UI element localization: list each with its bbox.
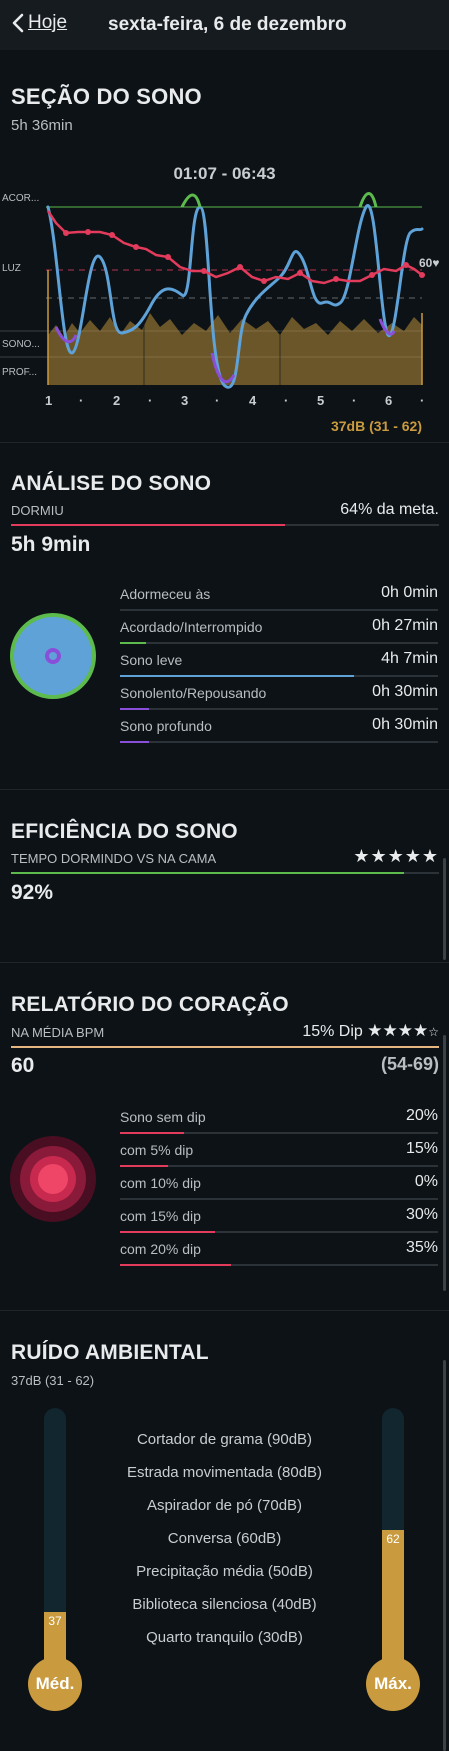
stage-bar <box>120 741 149 743</box>
x-tick: 6 <box>385 393 393 408</box>
slept-value: 5h 9min <box>11 533 91 556</box>
dip-bar <box>120 1231 215 1233</box>
back-label[interactable]: Hoje <box>28 12 67 34</box>
noise-subtitle: 37dB (31 - 62) <box>11 1373 95 1388</box>
x-tick: · <box>420 393 425 408</box>
x-tick: · <box>352 393 357 408</box>
dip-label: Sono sem dip <box>120 1109 206 1125</box>
dip-label: com 15% dip <box>120 1208 201 1224</box>
x-tick: · <box>148 393 153 408</box>
dip-bar <box>120 1132 184 1134</box>
stage-value: 0h 30min <box>372 683 438 700</box>
stage-value: 0h 27min <box>372 617 438 634</box>
goal-bar <box>11 524 285 526</box>
x-tick: 1 <box>45 393 53 408</box>
page-title: sexta-feira, 6 de dezembro <box>108 14 347 35</box>
noise-reference: Quarto tranquilo (30dB) <box>146 1629 303 1646</box>
heart-value: 60 <box>11 1054 35 1077</box>
dip-row: com 5% dip 15% <box>120 1140 438 1173</box>
efficiency-title: EFICIÊNCIA DO SONO <box>11 820 238 843</box>
noise-title: RUÍDO AMBIENTAL <box>11 1341 209 1364</box>
efficiency-value: 92% <box>11 881 54 904</box>
stage-value: 0h 0min <box>381 584 438 601</box>
slept-label: DORMIU <box>11 503 64 518</box>
noise-reference: Conversa (60dB) <box>167 1530 282 1547</box>
back-button[interactable]: Hoje <box>12 12 67 34</box>
heart-title: RELATÓRIO DO CORAÇÃO <box>11 993 289 1016</box>
session-duration: 5h 36min <box>11 117 73 134</box>
dip-label: com 20% dip <box>120 1241 201 1257</box>
dip-value: 35% <box>405 1239 438 1256</box>
dip-row: com 10% dip 0% <box>120 1173 438 1206</box>
scrollbar[interactable] <box>443 1035 446 1291</box>
stage-value: 0h 30min <box>372 716 438 733</box>
stage-label: Sonolento/Repousando <box>120 685 267 701</box>
stage-bar <box>120 642 146 644</box>
sleep-stage-ring <box>10 613 96 699</box>
sleep-graph <box>0 192 425 389</box>
noise-reference: Biblioteca silenciosa (40dB) <box>132 1596 317 1613</box>
stage-bar <box>120 708 149 710</box>
heart-bar <box>11 1046 439 1048</box>
dip-row: com 15% dip 30% <box>120 1206 438 1239</box>
dip-row: com 20% dip 35% <box>120 1239 438 1272</box>
stage-label: Sono leve <box>120 652 183 668</box>
scrollbar[interactable] <box>443 1360 446 1751</box>
session-title: SEÇÃO DO SONO <box>11 84 202 109</box>
efficiency-stars: ★★★★★ <box>353 846 439 866</box>
x-tick: · <box>215 393 220 408</box>
heart-range: (54-69) <box>380 1054 439 1074</box>
efficiency-bar <box>11 872 404 874</box>
x-tick: 4 <box>249 393 257 408</box>
dip-stars: ★★★★ <box>367 1021 429 1040</box>
avg-gauge-bulb: Méd. <box>28 1657 82 1711</box>
top-bar: Hoje sexta-feira, 6 de dezembro <box>0 0 449 50</box>
analysis-title: ANÁLISE DO SONO <box>11 472 212 495</box>
dip-bar <box>120 1165 168 1167</box>
noise-reference: Estrada movimentada (80dB) <box>126 1464 323 1481</box>
session-time-range: 01:07 - 06:43 <box>173 164 276 183</box>
noise-reference: Precipitação média (50dB) <box>136 1563 313 1580</box>
dip-value: 30% <box>405 1206 438 1223</box>
heart-dip-summary: 15% Dip ★★★★☆ <box>302 1021 439 1041</box>
heart-rate-line <box>46 210 423 285</box>
dip-value: 15% <box>405 1140 438 1157</box>
dip-label: com 5% dip <box>120 1142 194 1158</box>
stage-label: Acordado/Interrompido <box>120 619 263 635</box>
dip-label: 15% Dip <box>302 1023 363 1040</box>
stage-row: Adormeceu às 0h 0min <box>120 584 438 617</box>
dip-row: Sono sem dip 20% <box>120 1107 438 1140</box>
x-tick: · <box>79 393 84 408</box>
noise-reference: Aspirador de pó (70dB) <box>146 1497 303 1514</box>
x-tick: 3 <box>181 393 189 408</box>
max-gauge-bulb: Máx. <box>366 1657 420 1711</box>
efficiency-label: TEMPO DORMINDO VS NA CAMA <box>11 851 217 866</box>
dip-value: 20% <box>405 1107 438 1124</box>
stage-row: Sonolento/Repousando 0h 30min <box>120 683 438 716</box>
heart-label: NA MÉDIA BPM <box>11 1025 105 1040</box>
stage-row: Sono leve 4h 7min <box>120 650 438 683</box>
scrollbar[interactable] <box>443 858 446 960</box>
stage-value: 4h 7min <box>381 650 438 667</box>
dip-star-half: ☆ <box>428 1025 439 1039</box>
stage-row: Acordado/Interrompido 0h 27min <box>120 617 438 650</box>
x-tick: 2 <box>113 393 121 408</box>
avg-gauge-value: 37 <box>48 1614 62 1628</box>
x-tick: 5 <box>317 393 325 408</box>
stage-label: Sono profundo <box>120 718 212 734</box>
stage-row: Sono profundo 0h 30min <box>120 716 438 749</box>
stage-bar <box>120 675 354 677</box>
x-tick: · <box>284 393 289 408</box>
goal-percent: 64% da meta. <box>340 501 439 518</box>
noise-range-label: 37dB (31 - 62) <box>330 418 422 434</box>
heart-dip-ring <box>10 1136 96 1222</box>
dip-bar <box>120 1264 231 1266</box>
dip-value: 0% <box>414 1173 438 1190</box>
stage-label: Adormeceu às <box>120 586 211 602</box>
noise-reference: Cortador de grama (90dB) <box>136 1431 313 1448</box>
chevron-left-icon <box>12 13 24 33</box>
dip-label: com 10% dip <box>120 1175 201 1191</box>
